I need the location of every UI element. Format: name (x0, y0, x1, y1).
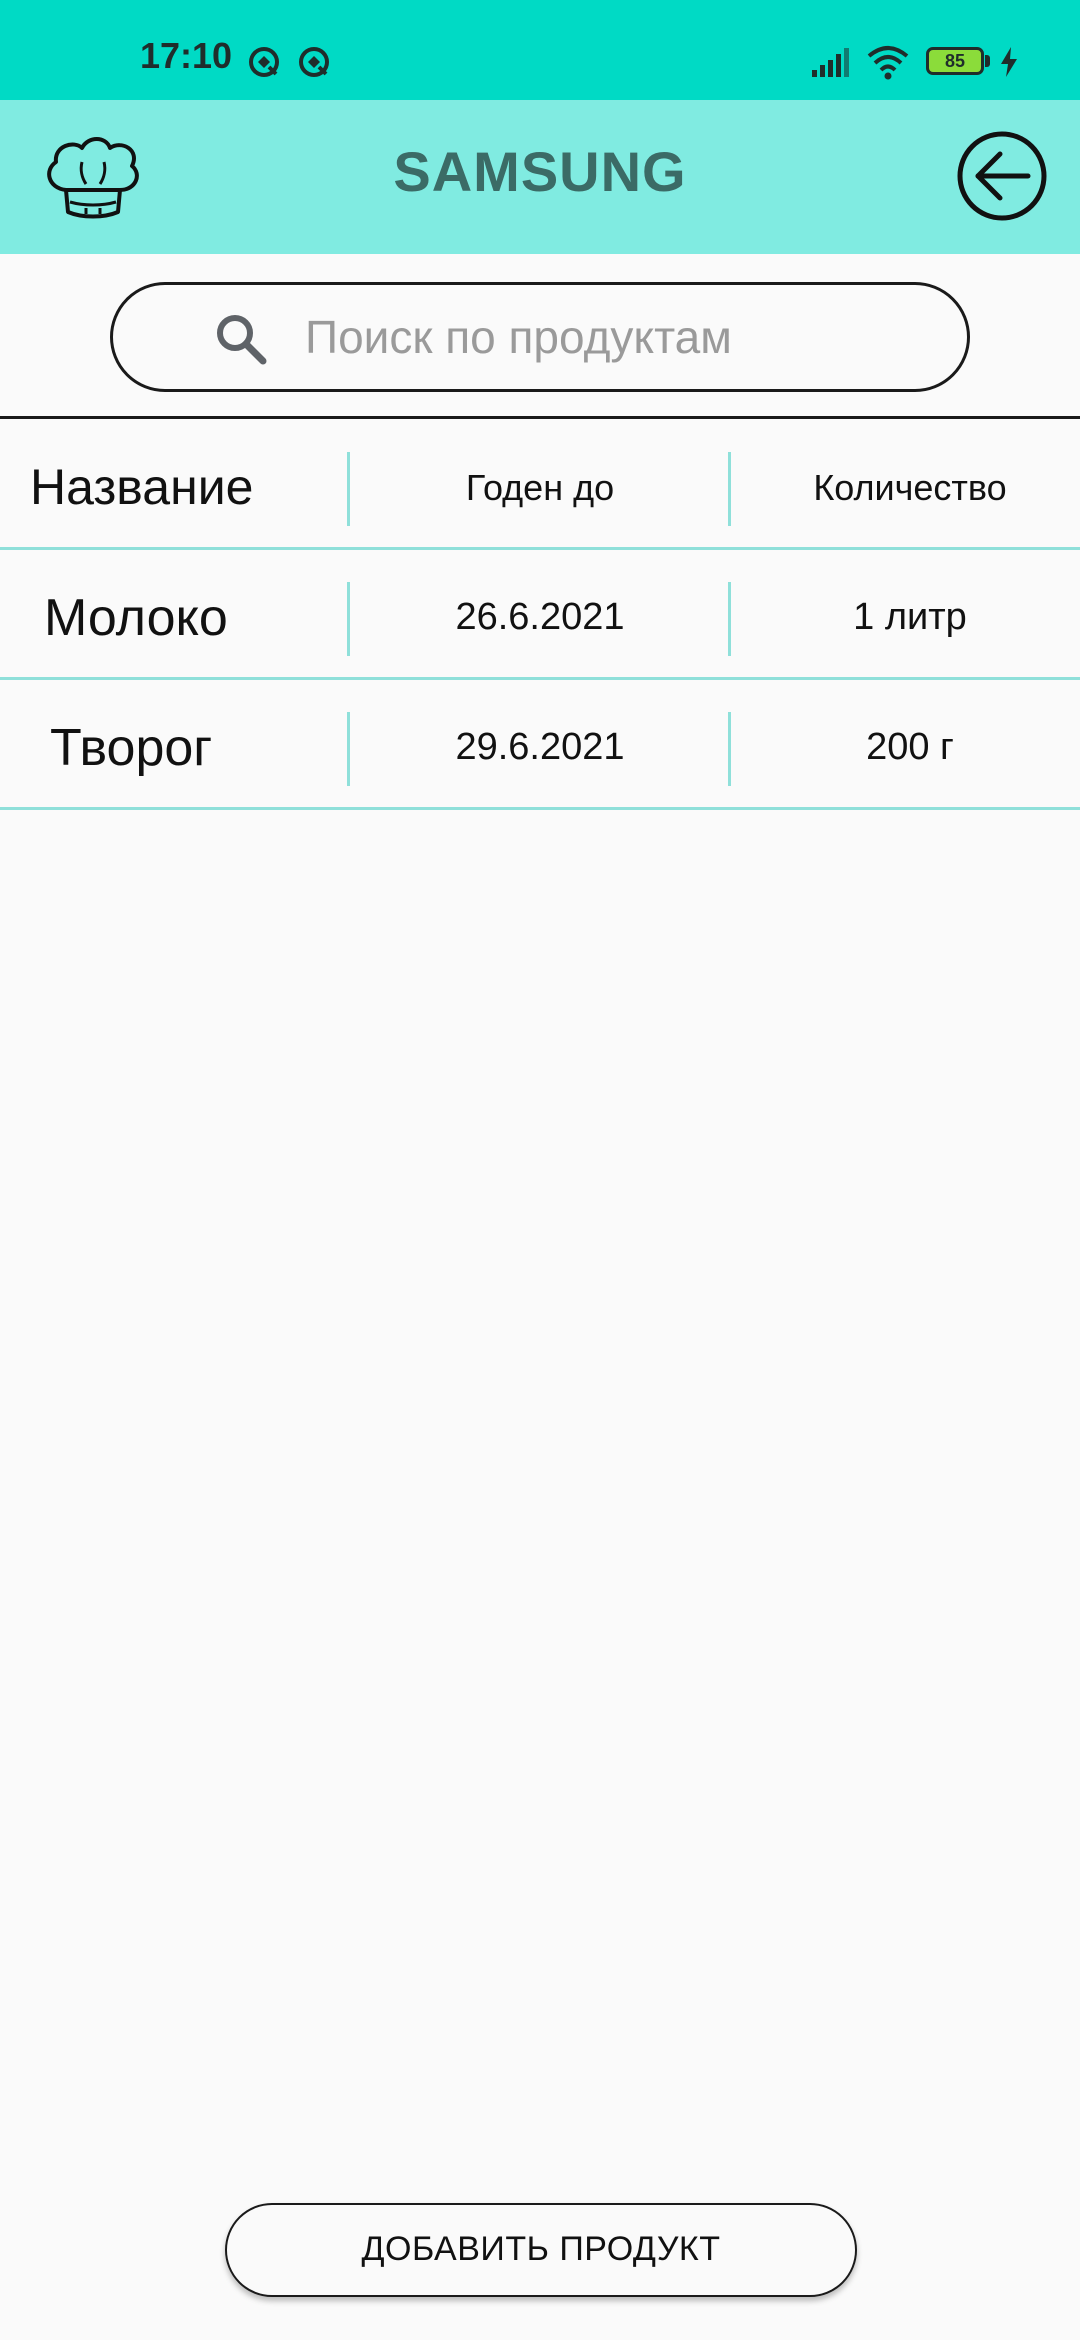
battery-level: 85 (944, 51, 966, 71)
back-button[interactable] (956, 130, 1048, 222)
sync-icon (299, 47, 329, 77)
row-divider (0, 547, 1080, 550)
screen: 17:10 85 SAMSUNG Поиск по продуктам Назв… (0, 0, 1080, 2340)
signal-icon (812, 48, 849, 77)
table-row[interactable]: Молоко 26.6.2021 1 литр (0, 552, 1080, 682)
battery-tip (985, 55, 990, 67)
search-box[interactable] (110, 282, 970, 392)
column-separator (728, 582, 731, 656)
status-time: 17:10 (140, 35, 233, 76)
add-product-button[interactable]: ДОБАВИТЬ ПРОДУКТ (225, 2203, 857, 2297)
row-divider (0, 677, 1080, 680)
sync-icon (249, 47, 279, 77)
app-title: SAMSUNG (393, 140, 687, 203)
table-row[interactable]: Творог 29.6.2021 200 г (0, 682, 1080, 812)
search-input[interactable] (305, 305, 905, 369)
cell-quantity: 1 литр (853, 596, 967, 638)
search-divider (0, 416, 1080, 419)
app-bar: SAMSUNG (0, 100, 1080, 254)
charging-icon (1001, 47, 1017, 77)
arrow-left-icon (975, 151, 1031, 201)
row-divider (0, 807, 1080, 810)
wifi-icon (867, 46, 909, 80)
column-separator (728, 712, 731, 786)
header-quantity: Количество (813, 467, 1007, 508)
table-header: Название Годен до Количество (0, 422, 1080, 552)
column-separator (728, 452, 731, 526)
search-icon (217, 315, 267, 365)
battery-icon: 85 (926, 47, 984, 75)
cell-quantity: 200 г (866, 726, 954, 768)
status-bar: 17:10 85 (0, 0, 1080, 100)
